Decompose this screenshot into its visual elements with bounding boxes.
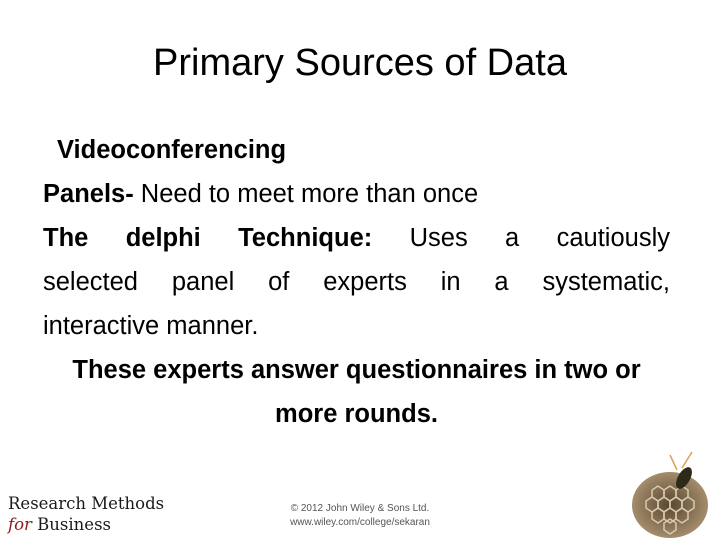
wasp-nest-icon [632,451,708,538]
item-delphi-line3: interactive manner. [43,312,259,340]
brand-line1: Research Methods [8,494,165,513]
slide-title: Primary Sources of Data [153,42,567,84]
url-text: www.wiley.com/college/sekaran [290,517,430,528]
brand-line2: for Business [8,514,164,535]
item-delphi-line2: selected panel of experts in a systemati… [43,268,670,296]
delphi-text-1: Uses a cautiously [372,224,670,252]
item-experts-line1: These experts answer questionnaires in t… [72,356,641,384]
brand-for: for [8,515,32,534]
brand-business: Business [31,515,112,534]
delphi-label: The delphi Technique: [43,224,373,252]
panels-text: Need to meet more than once [133,180,479,208]
item-panels: Panels- Need to meet more than once [43,172,670,216]
item-videoconferencing: Videoconferencing [57,136,287,164]
item-delphi-line1: The delphi Technique: Uses a cautiously [43,216,670,260]
footer-brand: Research Methods for Business [8,493,164,535]
panels-label: Panels- [43,180,134,208]
footer-copyright: © 2012 John Wiley & Sons Ltd. www.wiley.… [260,502,460,530]
slide-body: Videoconferencing Panels- Need to meet m… [43,128,670,436]
item-experts-line2: more rounds. [275,400,438,428]
copyright-text: © 2012 John Wiley & Sons Ltd. [290,503,430,514]
